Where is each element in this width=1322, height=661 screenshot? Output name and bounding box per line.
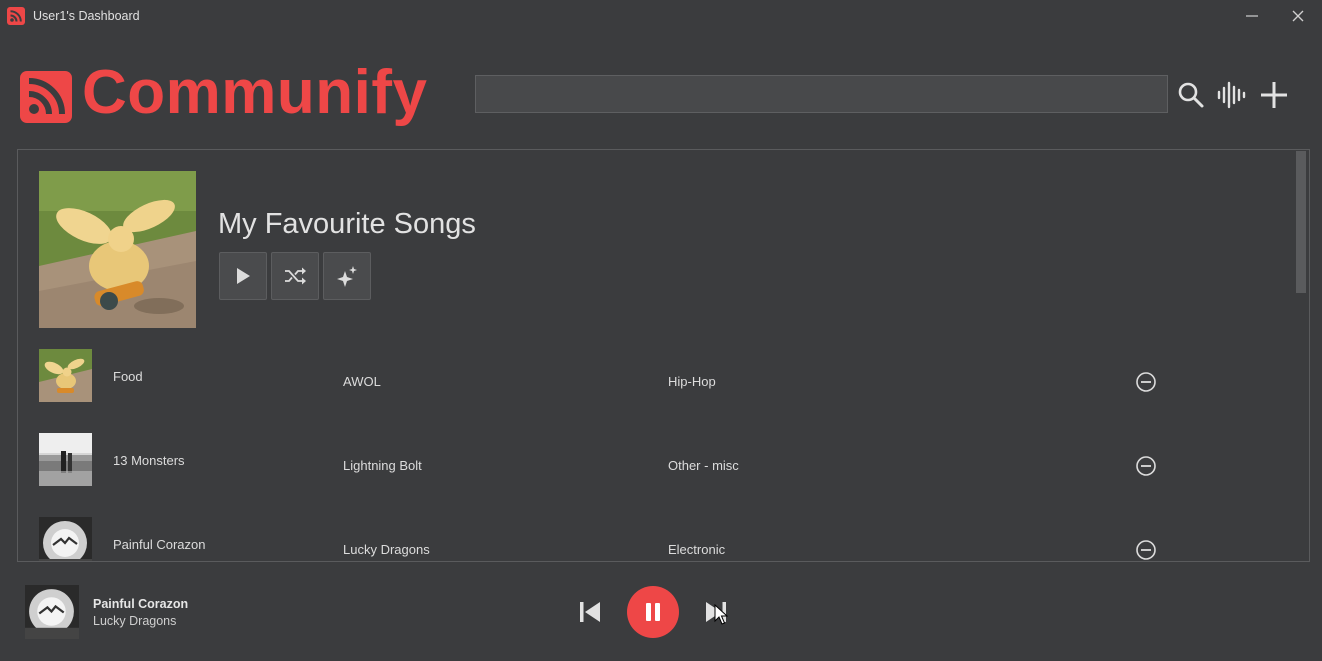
close-button[interactable] (1280, 4, 1316, 28)
song-artist: Lightning Bolt (343, 458, 422, 473)
song-genre: Other - misc (668, 458, 739, 473)
scrollbar-thumb[interactable] (1296, 151, 1306, 293)
sparkle-icon (337, 266, 357, 287)
playlist-title: My Favourite Songs (218, 208, 476, 240)
song-thumbnail (39, 517, 92, 561)
remove-song-icon[interactable] (1135, 371, 1157, 393)
song-title: Painful Corazon (113, 537, 206, 552)
vertical-scrollbar[interactable] (1296, 151, 1306, 561)
search-input[interactable] (475, 75, 1168, 113)
app-logo: Communify (20, 62, 428, 132)
close-icon (1292, 10, 1304, 22)
minimize-icon (1246, 15, 1258, 17)
search-icon (1178, 82, 1204, 108)
previous-button[interactable] (574, 596, 606, 628)
song-title: Food (113, 369, 143, 384)
plus-icon (1261, 82, 1287, 108)
song-genre: Hip-Hop (668, 374, 716, 389)
pause-button[interactable] (627, 586, 679, 638)
song-row[interactable]: Food AWOL Hip-Hop (18, 343, 1288, 413)
play-playlist-button[interactable] (219, 252, 267, 300)
song-thumbnail (39, 349, 92, 402)
logo-text: Communify (82, 58, 428, 127)
add-button[interactable] (1257, 78, 1291, 112)
search-button[interactable] (1174, 78, 1208, 112)
now-playing-artist: Lucky Dragons (93, 614, 177, 628)
skip-previous-icon (580, 602, 600, 622)
waveform-icon (1217, 81, 1246, 109)
remove-song-icon[interactable] (1135, 455, 1157, 477)
shuffle-icon (285, 267, 306, 285)
mouse-cursor-icon (714, 604, 728, 625)
title-bar: User1's Dashboard (0, 0, 1322, 34)
now-playing-cover (25, 585, 79, 639)
song-thumbnail (39, 433, 92, 486)
song-title: 13 Monsters (113, 453, 185, 468)
song-row[interactable]: Painful Corazon Lucky Dragons Electronic (18, 511, 1288, 561)
shuffle-button[interactable] (271, 252, 319, 300)
play-icon (237, 268, 250, 284)
playlist-cover-image (39, 171, 196, 328)
rss-icon (7, 7, 25, 25)
rss-logo-icon (20, 71, 72, 123)
window-title: User1's Dashboard (33, 9, 140, 23)
song-artist: Lucky Dragons (343, 542, 430, 557)
playlist-panel: My Favourite Songs Food AWOL Hip-Hop 13 … (17, 149, 1310, 562)
remove-song-icon[interactable] (1135, 539, 1157, 561)
sparkle-button[interactable] (323, 252, 371, 300)
song-genre: Electronic (668, 542, 726, 557)
now-playing-title: Painful Corazon (93, 597, 189, 611)
pause-icon (646, 603, 660, 621)
audio-search-button[interactable] (1215, 78, 1249, 112)
song-artist: AWOL (343, 374, 381, 389)
minimize-button[interactable] (1234, 4, 1270, 28)
song-row[interactable]: 13 Monsters Lightning Bolt Other - misc (18, 427, 1288, 497)
